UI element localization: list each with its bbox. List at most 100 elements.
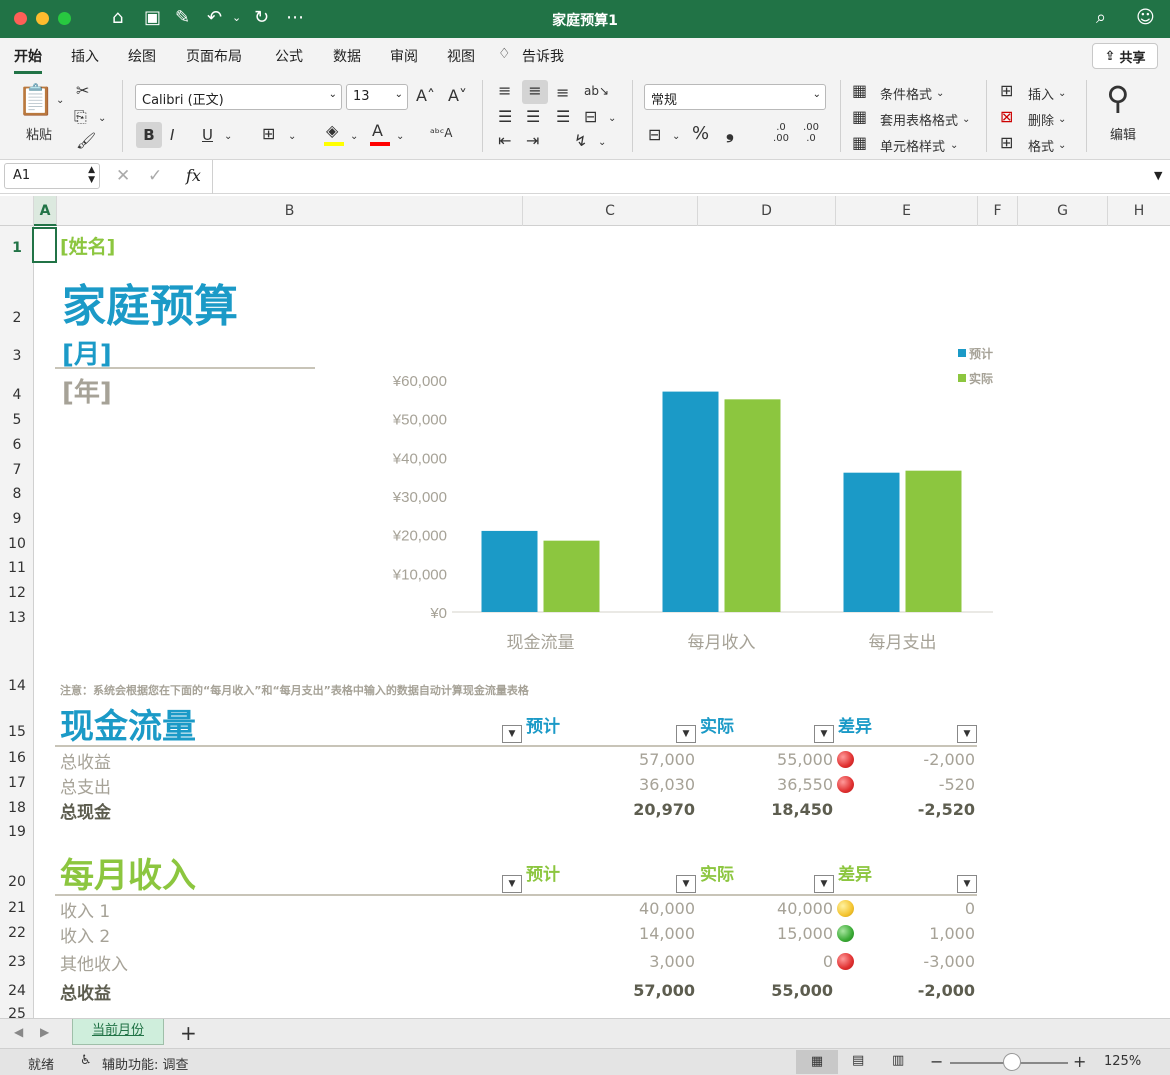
row-header[interactable]: 23 <box>0 954 33 970</box>
income-diff[interactable]: -2,000 <box>875 981 975 1000</box>
italic-button[interactable]: I <box>170 124 174 146</box>
chevron-down-icon[interactable]: ⌄ <box>1058 83 1066 105</box>
column-header-d[interactable]: D <box>698 196 836 226</box>
delete-cells-button[interactable]: 删除 <box>1028 110 1054 129</box>
row-header[interactable]: 9 <box>0 511 33 527</box>
enter-icon[interactable]: ✓ <box>148 166 162 186</box>
row-header[interactable]: 8 <box>0 486 33 502</box>
table-format-button[interactable]: 套用表格格式 <box>880 110 958 129</box>
income-planned[interactable]: 3,000 <box>595 952 695 971</box>
filter-dropdown-button[interactable]: ▼ <box>957 875 977 893</box>
tab-home[interactable]: 开始 <box>14 46 42 74</box>
cashflow-planned[interactable]: 36,030 <box>595 775 695 794</box>
income-planned[interactable]: 40,000 <box>595 899 695 918</box>
zoom-slider-thumb[interactable] <box>1003 1053 1021 1071</box>
chevron-down-icon[interactable]: ⌄ <box>1058 135 1066 157</box>
filter-dropdown-button[interactable]: ▼ <box>502 875 522 893</box>
edit-label[interactable]: 编辑 <box>1110 124 1136 143</box>
bold-button[interactable]: B <box>136 122 162 148</box>
formula-input[interactable] <box>220 166 1120 188</box>
accounting-format-icon[interactable]: ⊟ <box>648 124 661 146</box>
cashflow-actual[interactable]: 55,000 <box>733 750 833 769</box>
search-icon[interactable]: ⌕ <box>1096 8 1106 28</box>
accounting-dropdown-icon[interactable]: ⌄ <box>672 126 680 148</box>
row-header[interactable]: 4 <box>0 387 33 403</box>
font-size-select[interactable]: 13 ⌄ <box>346 84 408 110</box>
cashflow-diff[interactable]: -2,000 <box>875 750 975 769</box>
search-edit-icon[interactable]: ⚲ <box>1098 78 1138 118</box>
row-header[interactable]: 5 <box>0 412 33 428</box>
format-painter-icon[interactable]: 🖌 <box>76 130 96 152</box>
income-actual[interactable]: 55,000 <box>733 981 833 1000</box>
percent-button[interactable]: % <box>692 123 709 145</box>
paste-icon[interactable]: 📋 <box>16 82 56 122</box>
cut-icon[interactable]: ✂ <box>76 80 89 102</box>
column-header-e[interactable]: E <box>836 196 978 226</box>
budget-chart[interactable]: ¥0 ¥10,000 ¥20,000 ¥30,000 ¥40,000 ¥50,000 ¥60… <box>325 336 1005 656</box>
align-right-icon[interactable]: ☰ <box>556 106 570 128</box>
filter-dropdown-button[interactable]: ▼ <box>502 725 522 743</box>
borders-dropdown-icon[interactable]: ⌄ <box>288 126 296 148</box>
copy-icon[interactable]: ⎘ <box>74 106 87 128</box>
income-actual[interactable]: 15,000 <box>733 924 833 943</box>
row-header[interactable]: 18 <box>0 800 33 816</box>
row-header[interactable]: 11 <box>0 560 33 576</box>
bar-actual[interactable] <box>724 399 781 612</box>
cashflow-planned[interactable]: 57,000 <box>595 750 695 769</box>
income-actual[interactable]: 40,000 <box>733 899 833 918</box>
row-header[interactable]: 12 <box>0 585 33 601</box>
accessibility-icon[interactable]: ♿ <box>80 1053 92 1068</box>
function-icon[interactable]: fx <box>186 166 201 185</box>
insert-cells-icon[interactable]: ⊞ <box>1000 80 1013 102</box>
filter-dropdown-button[interactable]: ▼ <box>676 875 696 893</box>
delete-cells-icon[interactable]: ⊠ <box>1000 106 1013 128</box>
cell-style-button[interactable]: 单元格样式 <box>880 136 945 155</box>
name-box[interactable]: A1 ▲ ▼ <box>4 163 100 189</box>
cashflow-actual[interactable]: 18,450 <box>733 800 833 819</box>
stepper-icon[interactable]: ▲ ▼ <box>88 165 95 185</box>
cashflow-row-label[interactable]: 总收益 <box>60 748 111 773</box>
cell-style-icon[interactable]: ▦ <box>852 132 867 154</box>
filter-dropdown-button[interactable]: ▼ <box>814 725 834 743</box>
align-top-icon[interactable]: ≡ <box>498 80 511 102</box>
table-format-icon[interactable]: ▦ <box>852 106 867 128</box>
budget-title[interactable]: 家庭预算 <box>62 270 238 334</box>
tab-formulas[interactable]: 公式 <box>275 46 303 66</box>
cashflow-row-label[interactable]: 总现金 <box>60 798 111 823</box>
decrease-indent-icon[interactable]: ⇤ <box>498 130 511 152</box>
comma-button[interactable]: ❟ <box>726 120 734 142</box>
accessibility-status[interactable]: 辅助功能: 调查 <box>102 1054 189 1073</box>
decrease-decimal-button[interactable]: .00 .0 <box>800 122 822 144</box>
row-header[interactable]: 19 <box>0 824 33 840</box>
row-header[interactable]: 15 <box>0 724 33 740</box>
income-actual[interactable]: 0 <box>733 952 833 971</box>
fill-color-icon[interactable]: ◈ <box>326 120 338 142</box>
cashflow-actual[interactable]: 36,550 <box>733 775 833 794</box>
font-color-icon[interactable]: A <box>372 120 383 142</box>
zoom-level[interactable]: 125% <box>1104 1054 1141 1069</box>
copy-dropdown-icon[interactable]: ⌄ <box>98 108 106 130</box>
increase-font-icon[interactable]: A˄ <box>416 85 435 107</box>
cashflow-diff[interactable]: -520 <box>875 775 975 794</box>
active-cell-a1[interactable] <box>32 227 57 263</box>
row-header[interactable]: 17 <box>0 775 33 791</box>
insert-cells-button[interactable]: 插入 <box>1028 84 1054 103</box>
row-header[interactable]: 21 <box>0 900 33 916</box>
column-header-c[interactable]: C <box>523 196 698 226</box>
underline-dropdown-icon[interactable]: ⌄ <box>224 126 232 148</box>
row-header[interactable]: 7 <box>0 462 33 478</box>
bar-actual[interactable] <box>905 470 962 612</box>
tab-draw[interactable]: 绘图 <box>128 46 156 66</box>
month-placeholder[interactable]: [月] <box>62 334 112 371</box>
increase-indent-icon[interactable]: ⇥ <box>526 130 539 152</box>
underline-button[interactable]: U <box>202 124 213 146</box>
align-middle-icon[interactable]: ≡ <box>522 80 548 104</box>
cashflow-diff[interactable]: -2,520 <box>875 800 975 819</box>
expand-formula-icon[interactable]: ▼ <box>1154 169 1162 182</box>
conditional-format-button[interactable]: 条件格式 <box>880 84 932 103</box>
format-cells-icon[interactable]: ⊞ <box>1000 132 1013 154</box>
row-header[interactable]: 14 <box>0 678 33 694</box>
bar-planned[interactable] <box>843 472 900 612</box>
row-header[interactable]: 3 <box>0 348 33 364</box>
income-diff[interactable]: 0 <box>875 899 975 918</box>
